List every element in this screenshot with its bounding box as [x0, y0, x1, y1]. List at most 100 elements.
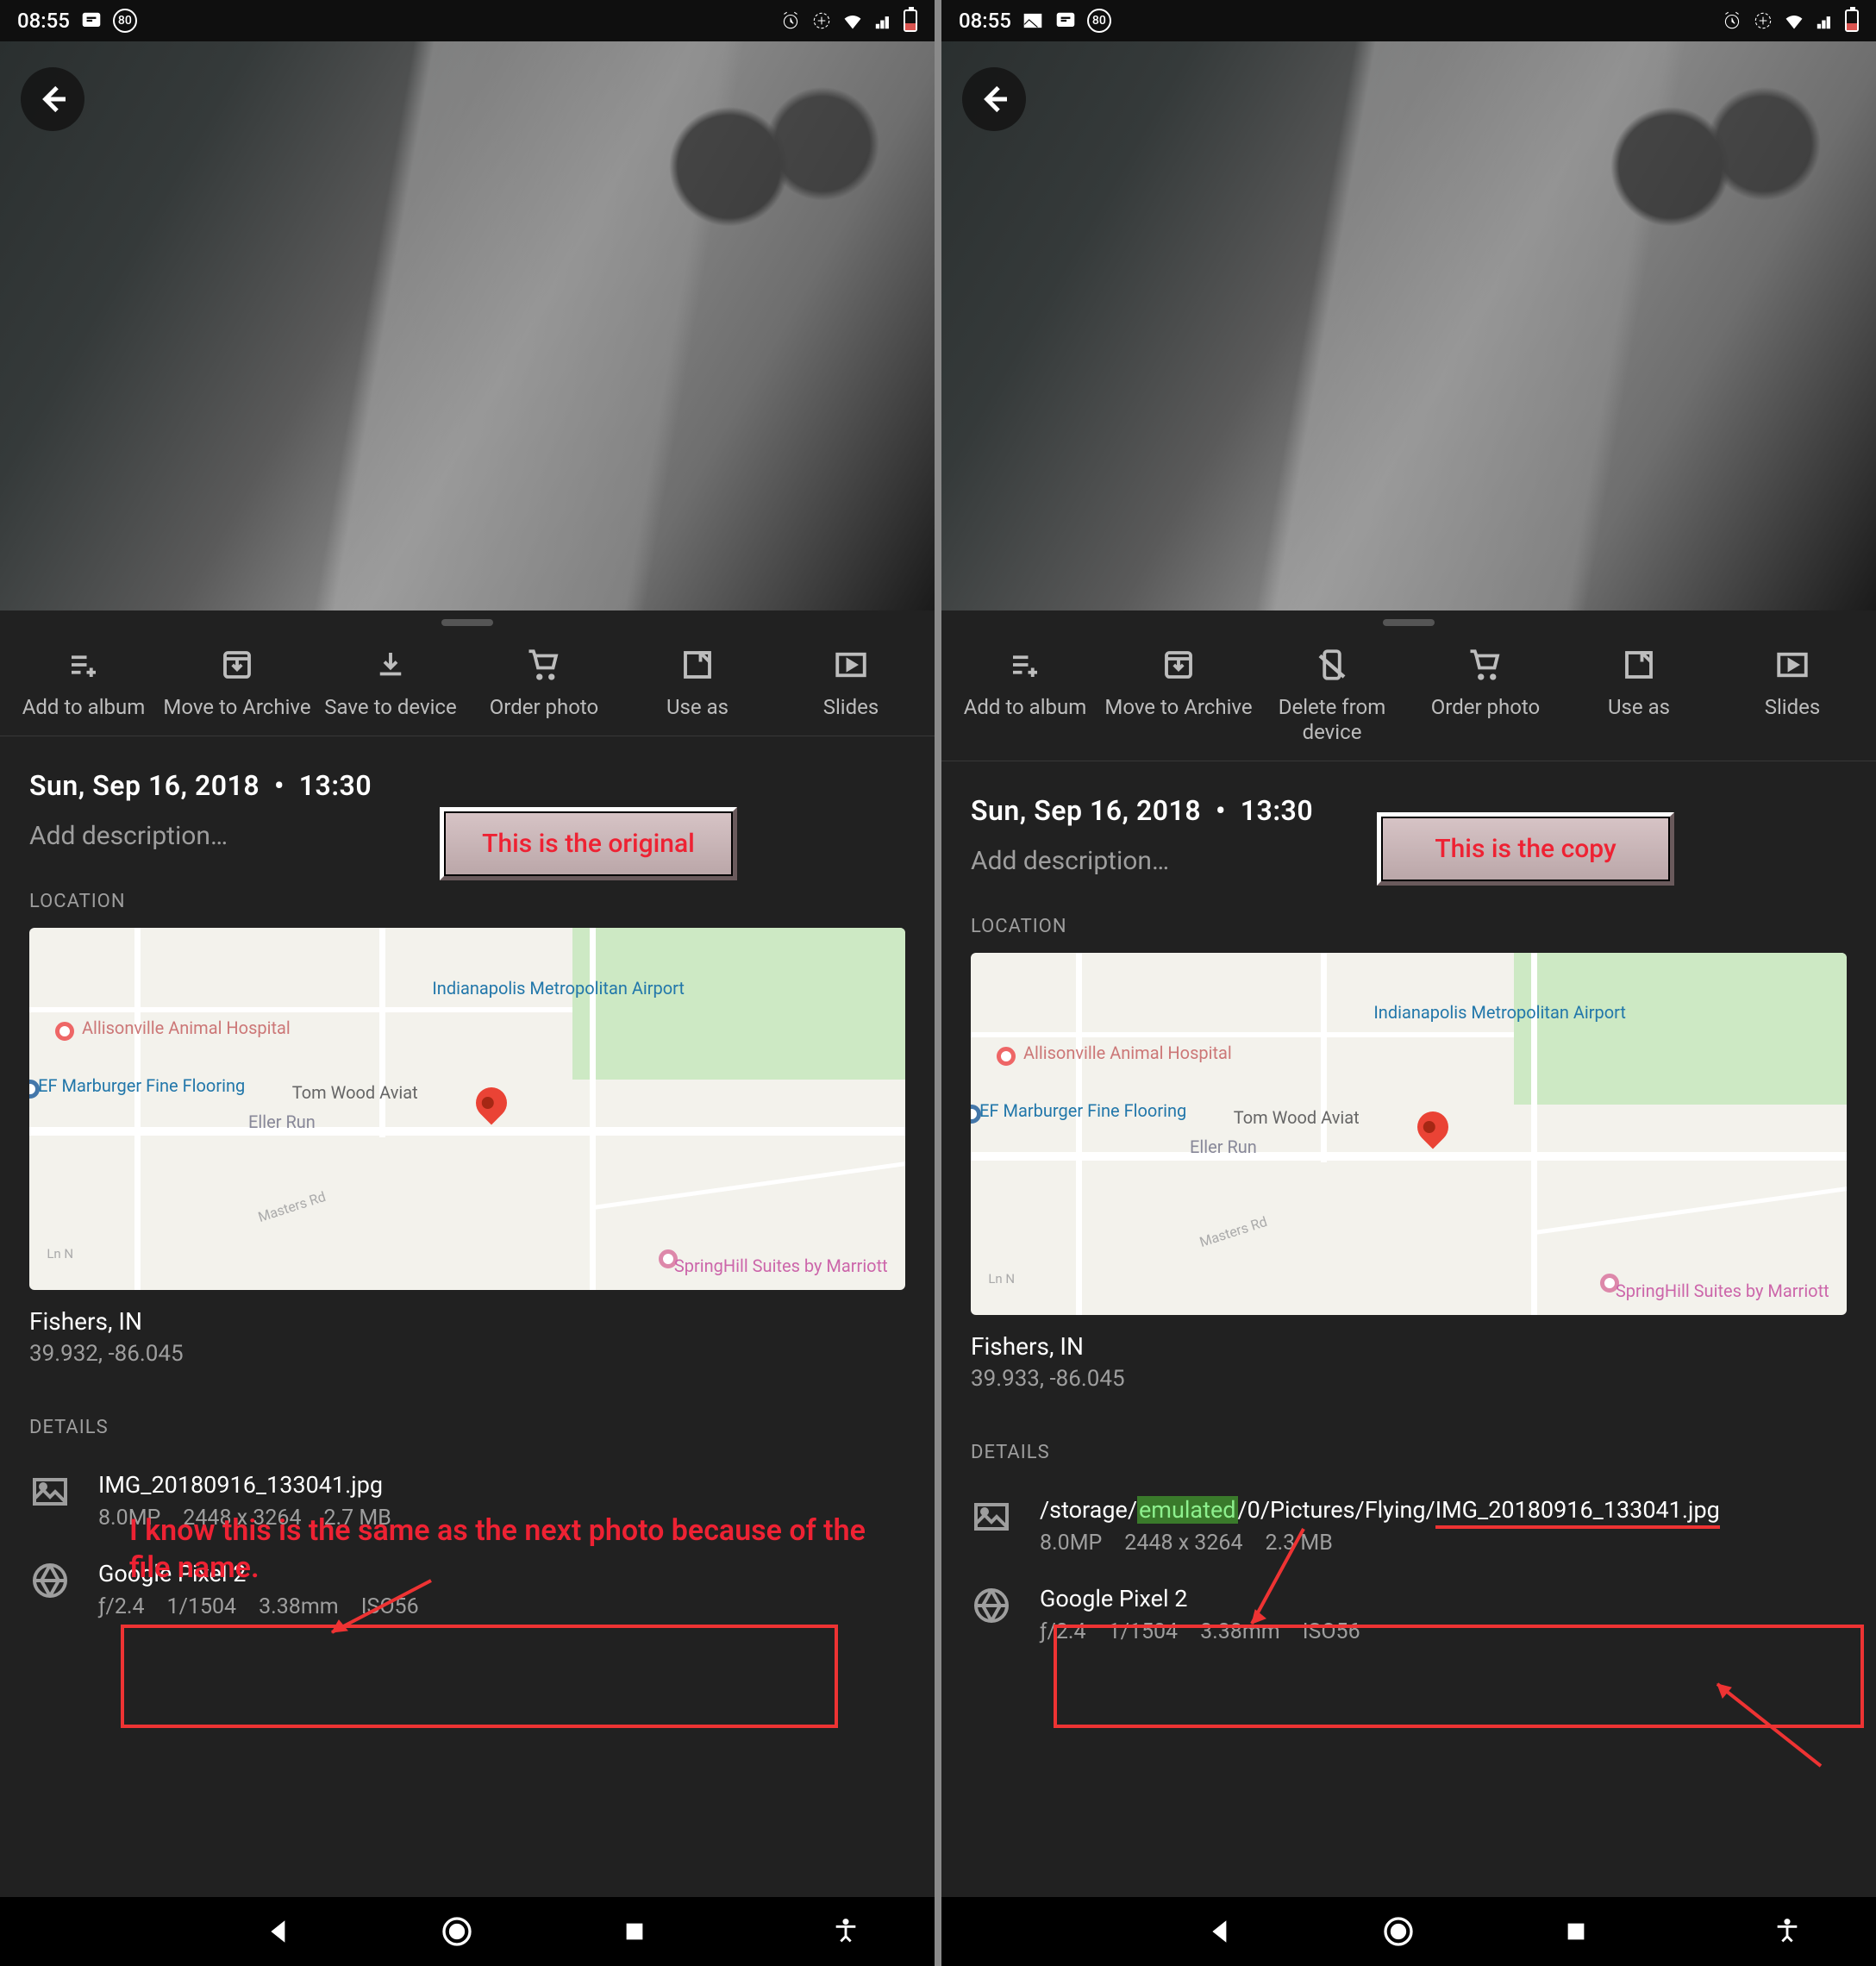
status-clock: 08:55 — [17, 9, 70, 33]
map-label-masters: Masters Rd — [256, 1189, 328, 1225]
action-slideshow[interactable]: Slides — [1716, 647, 1869, 745]
action-use-as[interactable]: Use as — [1562, 647, 1716, 745]
data-saver-icon — [810, 9, 833, 32]
annotation-label-original: This is the original — [440, 807, 737, 880]
nav-recent[interactable] — [1557, 1913, 1595, 1950]
camera-focal: 3.38mm — [259, 1594, 339, 1619]
alarm-icon — [1721, 9, 1743, 32]
back-button[interactable] — [962, 67, 1026, 131]
map-label-hospital: Allisonville Animal Hospital — [1023, 1043, 1232, 1062]
action-add-to-album[interactable]: Add to album — [948, 647, 1102, 745]
nav-back[interactable] — [1202, 1913, 1240, 1950]
action-delete-from-device[interactable]: Delete from device — [1255, 647, 1409, 745]
location-map[interactable]: Indianapolis Metropolitan Airport Alliso… — [971, 953, 1847, 1315]
action-save-to-device[interactable]: Save to device — [314, 647, 467, 720]
file-details: /storage/emulated/0/Pictures/Flying/IMG_… — [941, 1496, 1876, 1556]
file-dimensions: 2448 x 3264 — [1124, 1531, 1242, 1556]
nav-home[interactable] — [438, 1913, 476, 1950]
camera-aperture: ƒ/2.4 — [98, 1594, 145, 1619]
nav-home[interactable] — [1379, 1913, 1417, 1950]
map-label-eller: Eller Run — [248, 1112, 316, 1131]
map-label-aviation: Tom Wood Aviat — [1234, 1108, 1360, 1127]
annotation-box-file — [121, 1625, 838, 1728]
action-order-photo[interactable]: Order photo — [467, 647, 621, 720]
action-add-to-album[interactable]: Add to album — [7, 647, 160, 720]
phone-left: 08:55 80 Add to album Move to Archive — [0, 0, 935, 1966]
action-move-to-archive[interactable]: Move to Archive — [160, 647, 314, 720]
map-label-hospital: Allisonville Animal Hospital — [82, 1018, 291, 1037]
map-label-masters: Masters Rd — [1198, 1213, 1269, 1249]
action-order-photo[interactable]: Order photo — [1409, 647, 1562, 745]
file-size: 2.3 MB — [1266, 1531, 1333, 1556]
location-header: LOCATION — [941, 916, 1876, 937]
status-bar: 08:55 80 — [941, 0, 1876, 41]
poi-hospital-icon — [997, 1047, 1016, 1066]
file-path: /storage/emulated/0/Pictures/Flying/IMG_… — [1040, 1496, 1720, 1524]
signal-icon — [872, 9, 895, 32]
back-button[interactable] — [21, 67, 84, 131]
nav-accessibility[interactable] — [827, 1913, 865, 1950]
map-label-airport: Indianapolis Metropolitan Airport — [432, 979, 685, 998]
photo-preview[interactable] — [0, 41, 935, 610]
aperture-icon — [29, 1560, 71, 1601]
image-icon — [29, 1471, 71, 1512]
camera-aperture: ƒ/2.4 — [1040, 1619, 1086, 1644]
camera-iso: ISO56 — [361, 1594, 419, 1619]
map-pin-icon — [1411, 1105, 1455, 1149]
sheet-handle[interactable] — [1383, 619, 1435, 626]
data-saver-icon — [1752, 9, 1774, 32]
poi-hospital-icon — [55, 1022, 74, 1041]
battery-icon — [904, 9, 917, 32]
action-use-as[interactable]: Use as — [621, 647, 774, 720]
location-name: Fishers, IN — [29, 1307, 905, 1336]
info-panel: Add to album Move to Archive Delete from… — [941, 610, 1876, 1897]
status-clock: 08:55 — [959, 9, 1011, 33]
android-navbar — [941, 1897, 1876, 1966]
annotation-arrow-filename — [1692, 1671, 1829, 1778]
nav-back[interactable] — [260, 1913, 298, 1950]
location-map[interactable]: Indianapolis Metropolitan Airport Alliso… — [29, 928, 905, 1290]
map-pin-icon — [470, 1080, 514, 1124]
file-megapixels: 8.0MP — [1040, 1531, 1102, 1556]
nav-accessibility[interactable] — [1768, 1913, 1806, 1950]
message-icon — [1054, 9, 1077, 32]
nav-recent[interactable] — [616, 1913, 653, 1950]
sheet-handle[interactable] — [441, 619, 493, 626]
file-name: IMG_20180916_133041.jpg — [98, 1471, 391, 1499]
action-move-to-archive[interactable]: Move to Archive — [1102, 647, 1255, 745]
image-icon — [971, 1496, 1012, 1537]
annotation-text-filename: I know this is the same as the next phot… — [129, 1512, 871, 1586]
map-label-ln: Ln N — [47, 1247, 73, 1262]
map-label-eller: Eller Run — [1190, 1137, 1257, 1156]
photo-preview[interactable] — [941, 41, 1876, 610]
wifi-icon — [1783, 9, 1805, 32]
map-label-flooring: EF Marburger Fine Flooring — [979, 1101, 1186, 1120]
camera-shutter: 1/1504 — [167, 1594, 237, 1619]
photo-date: Sun, Sep 16, 2018 • 13:30 — [29, 769, 905, 802]
camera-focal: 3.38mm — [1200, 1619, 1280, 1644]
aperture-icon — [971, 1585, 1012, 1626]
details-header: DETAILS — [941, 1442, 1876, 1463]
map-label-spring: SpringHill Suites by Marriott — [1616, 1281, 1829, 1300]
status-bar: 08:55 80 — [0, 0, 935, 41]
image-notif-icon — [1022, 9, 1044, 32]
action-slideshow[interactable]: Slides — [774, 647, 928, 720]
action-row: Add to album Move to Archive Delete from… — [941, 626, 1876, 761]
alarm-icon — [779, 9, 802, 32]
battery-icon — [1845, 9, 1859, 32]
location-coords: 39.933, -86.045 — [971, 1366, 1847, 1392]
info-panel: Add to album Move to Archive Save to dev… — [0, 610, 935, 1897]
map-label-ln: Ln N — [988, 1272, 1015, 1287]
phone-right: 08:55 80 Add to album Move to Arc — [941, 0, 1876, 1966]
camera-name: Google Pixel 2 — [1040, 1585, 1360, 1612]
location-name: Fishers, IN — [971, 1332, 1847, 1361]
map-label-airport: Indianapolis Metropolitan Airport — [1373, 1003, 1626, 1022]
camera-shutter: 1/1504 — [1109, 1619, 1179, 1644]
battery-pct-badge: 80 — [1087, 9, 1111, 33]
location-header: LOCATION — [0, 891, 935, 912]
signal-icon — [1814, 9, 1836, 32]
android-navbar — [0, 1897, 935, 1966]
map-label-flooring: EF Marburger Fine Flooring — [38, 1076, 245, 1095]
wifi-icon — [841, 9, 864, 32]
location-coords: 39.932, -86.045 — [29, 1341, 905, 1367]
